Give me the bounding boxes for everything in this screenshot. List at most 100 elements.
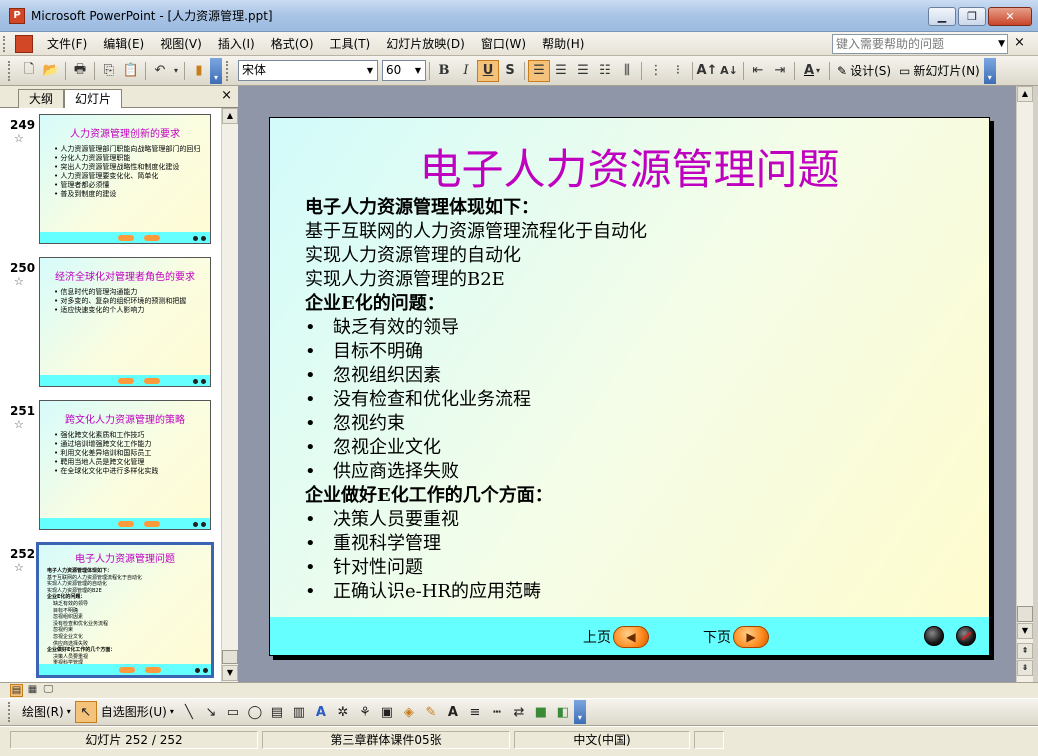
powerpoint-app-icon[interactable]: P [9, 7, 25, 24]
scrollbar-thumb[interactable] [1017, 606, 1033, 622]
menu-insert[interactable]: 插入(I) [210, 33, 263, 55]
bold-button[interactable]: B [433, 60, 455, 82]
arrow-icon[interactable]: ↘ [200, 701, 222, 723]
slide-thumbnail[interactable]: 人力资源管理创新的要求 人力资源管理部门职能向战略管理部门的回归 分化人力资源管… [39, 114, 211, 244]
toolbar-options-icon[interactable]: ▾ [573, 700, 586, 724]
shadow-button[interactable]: S [499, 60, 521, 82]
close-pane-button[interactable]: × [221, 88, 232, 103]
menu-view[interactable]: 视图(V) [152, 33, 210, 55]
chevron-down-icon[interactable]: ▼ [363, 61, 377, 80]
menu-grip-handle[interactable] [3, 35, 13, 52]
toolbar-options-icon[interactable]: ▾ [210, 57, 222, 84]
paste-icon[interactable]: 📋 [120, 60, 142, 82]
toolbar-grip[interactable] [8, 702, 14, 722]
slide-thumbnail[interactable]: 跨文化人力资源管理的策略 强化跨文化素质和工作技巧 通过培训增强跨文化工作能力 … [39, 400, 211, 530]
underline-button[interactable]: U [477, 59, 499, 82]
textbox-icon[interactable]: ▤ [266, 701, 288, 723]
menu-help[interactable]: 帮助(H) [534, 33, 592, 55]
font-name-select[interactable]: 宋体 ▼ [238, 60, 378, 81]
increase-font-icon[interactable]: A↑ [696, 60, 718, 82]
exit-button-icon[interactable] [956, 626, 976, 646]
align-left-icon[interactable]: ☰ [528, 59, 550, 82]
fill-color-icon[interactable]: ◈ [398, 701, 420, 723]
current-slide[interactable]: 电子人力资源管理问题 电子人力资源管理体现如下： 基于互联网的人力资源管理流程化… [269, 117, 990, 656]
design-button[interactable]: ✎ 设计(S) [833, 60, 895, 82]
wordart-icon[interactable]: A [310, 701, 332, 723]
numbered-list-icon[interactable]: ⋮ [645, 60, 667, 82]
chevron-down-icon[interactable]: ▼ [411, 61, 425, 80]
thumbnails-scrollbar[interactable]: ▲ ▼ [221, 108, 238, 682]
prev-page-button[interactable]: 上页 ◀ [583, 625, 649, 649]
document-icon[interactable] [15, 34, 33, 53]
italic-button[interactable]: I [455, 60, 477, 82]
menu-file[interactable]: 文件(F) [39, 33, 95, 55]
slide-thumbnail[interactable]: 经济全球化对管理者角色的要求 信息时代的管理沟通能力 对多变的、复杂的组织环境的… [39, 257, 211, 387]
slide-scrollbar[interactable]: ▲ ▼ ⇞ ⇟ [1016, 86, 1033, 682]
next-slide-icon[interactable]: ⇟ [1017, 660, 1033, 676]
normal-view-icon[interactable]: ▤ [10, 684, 23, 697]
menu-tools[interactable]: 工具(T) [322, 33, 379, 55]
restore-button[interactable]: ❐ [958, 7, 986, 26]
undo-icon[interactable]: ↶ [149, 60, 171, 82]
scroll-down-icon[interactable]: ▼ [1017, 623, 1033, 639]
toolbar-grip[interactable] [226, 60, 232, 81]
line-color-icon[interactable]: ✎ [420, 701, 442, 723]
menu-slideshow[interactable]: 幻灯片放映(D) [378, 33, 473, 55]
help-search-input[interactable]: 键入需要帮助的问题 ▼ [832, 34, 1008, 54]
bullet-list-icon[interactable]: ⁝ [667, 60, 689, 82]
chart-icon[interactable]: ▮ [188, 60, 210, 82]
open-icon[interactable]: 📂 [40, 60, 62, 82]
minimize-button[interactable]: ▁ [928, 7, 956, 26]
slide-title[interactable]: 电子人力资源管理问题 [270, 136, 989, 197]
close-window-button[interactable]: ✕ [988, 7, 1032, 26]
rectangle-icon[interactable]: ▭ [222, 701, 244, 723]
home-button-icon[interactable] [924, 626, 944, 646]
tab-slides[interactable]: 幻灯片 [64, 89, 123, 109]
toolbar-options-icon[interactable]: ▾ [983, 57, 996, 84]
menu-format[interactable]: 格式(O) [263, 33, 322, 55]
shadow-style-icon[interactable]: ■ [530, 701, 552, 723]
line-icon[interactable]: ╲ [178, 701, 200, 723]
slideshow-view-icon[interactable]: 🖵 [42, 684, 55, 697]
chevron-down-icon[interactable]: ▼ [998, 35, 1005, 53]
font-size-select[interactable]: 60 ▼ [382, 60, 426, 81]
vertical-textbox-icon[interactable]: ▥ [288, 701, 310, 723]
diagram-icon[interactable]: ✲ [332, 701, 354, 723]
chevron-down-icon[interactable]: ▾ [816, 66, 820, 75]
scrollbar-thumb[interactable] [222, 650, 238, 664]
scroll-up-icon[interactable]: ▲ [1017, 86, 1033, 102]
decrease-font-icon[interactable]: A↓ [718, 60, 740, 82]
new-slide-button[interactable]: ▭ 新幻灯片(N) [895, 60, 984, 82]
arrow-style-icon[interactable]: ⇄ [508, 701, 530, 723]
font-color-icon[interactable]: A [442, 701, 464, 723]
chevron-down-icon[interactable]: ▾ [171, 60, 181, 82]
decrease-indent-icon[interactable]: ⇤ [747, 60, 769, 82]
dash-style-icon[interactable]: ┅ [486, 701, 508, 723]
toolbar-grip[interactable] [8, 60, 14, 81]
menu-edit[interactable]: 编辑(E) [95, 33, 152, 55]
slide-body-text[interactable]: 电子人力资源管理体现如下： 基于互联网的人力资源管理流程化于自动化 实现人力资源… [305, 196, 965, 604]
align-center-icon[interactable]: ☰ [550, 60, 572, 82]
scroll-down-icon[interactable]: ▼ [222, 665, 238, 681]
distribute-icon[interactable]: ☷ [594, 60, 616, 82]
select-pointer-icon[interactable]: ↖ [74, 701, 97, 723]
autoshapes-button[interactable]: 自选图形(U) ▾ [97, 701, 178, 723]
tab-outline[interactable]: 大纲 [18, 89, 65, 108]
slide-sorter-view-icon[interactable]: ▦ [26, 684, 39, 697]
clipart-icon[interactable]: ⚘ [354, 701, 376, 723]
copy-icon[interactable]: ⎘ [98, 60, 120, 82]
font-color-button[interactable]: A ▾ [798, 60, 826, 82]
next-page-button[interactable]: 下页 ▶ [703, 625, 769, 649]
3d-style-icon[interactable]: ◧ [552, 701, 574, 723]
align-right-icon[interactable]: ☰ [572, 60, 594, 82]
close-document-button[interactable]: × [1014, 35, 1025, 50]
picture-icon[interactable]: ▣ [376, 701, 398, 723]
new-document-icon[interactable]: 🗋 [18, 60, 40, 82]
line-style-icon[interactable]: ≡ [464, 701, 486, 723]
draw-menu-button[interactable]: 绘图(R) ▾ [18, 701, 75, 723]
menu-window[interactable]: 窗口(W) [473, 33, 534, 55]
vertical-text-icon[interactable]: ⫼ [616, 60, 638, 82]
oval-icon[interactable]: ◯ [244, 701, 266, 723]
scroll-up-icon[interactable]: ▲ [222, 108, 238, 124]
print-icon[interactable]: 🖶 [69, 60, 91, 82]
